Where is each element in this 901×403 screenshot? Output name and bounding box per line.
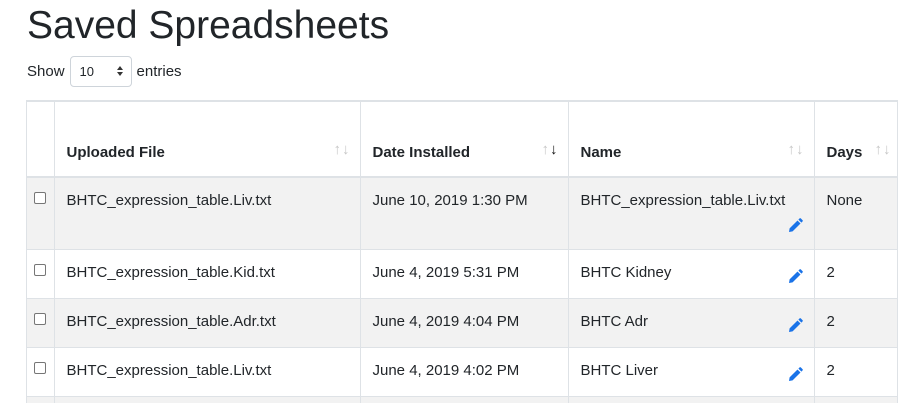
column-header-label: Days <box>826 144 863 161</box>
column-header-label: Uploaded File <box>66 144 165 161</box>
row-checkbox[interactable] <box>34 263 47 276</box>
date-installed-cell: June 4, 2019 5:31 PM <box>360 248 569 298</box>
name-cell: BHTC Kidney <box>568 248 815 298</box>
table-row[interactable]: BHTC_expression_table.Liv.txt June 4, 20… <box>27 346 898 396</box>
entries-per-page-select[interactable]: 10 <box>69 55 132 87</box>
sort-arrows-icon[interactable]: ↑ ↓ <box>334 142 350 157</box>
row-select-cell <box>27 248 55 298</box>
pencil-icon[interactable] <box>786 317 804 335</box>
select-caret-icon <box>116 65 123 77</box>
row-select-cell <box>27 297 55 347</box>
days-cell: 2 <box>814 346 898 396</box>
uploaded-file-cell: BHTC_expression_table.Kid.txt <box>54 248 361 298</box>
entries-length-control: Show 10 entries <box>27 55 182 87</box>
table-row-partial <box>27 395 898 403</box>
row-select-cell <box>27 176 55 249</box>
uploaded-file-cell: BHTC_expression_table.Adr.txt <box>54 297 361 347</box>
name-text: BHTC Liver <box>580 361 659 379</box>
name-text: BHTC Adr <box>580 312 649 330</box>
column-header-days[interactable]: Days ↑ ↓ <box>814 101 898 178</box>
pencil-icon[interactable] <box>786 366 804 384</box>
column-header-uploaded-file[interactable]: Uploaded File ↑ ↓ <box>54 101 361 178</box>
spreadsheets-table: Uploaded File ↑ ↓ Date Installed ↑ ↓ Name … <box>27 100 898 403</box>
spreadsheets-table-container: Uploaded File ↑ ↓ Date Installed ↑ ↓ Name … <box>26 100 901 403</box>
table-row[interactable]: BHTC_expression_table.Liv.txt June 10, 2… <box>27 176 898 249</box>
row-checkbox[interactable] <box>34 312 47 325</box>
row-select-cell <box>27 346 55 396</box>
table-header-row: Uploaded File ↑ ↓ Date Installed ↑ ↓ Name … <box>27 101 898 178</box>
uploaded-file-cell: BHTC_expression_table.Liv.txt <box>54 176 361 249</box>
sort-arrows-icon[interactable]: ↑ ↓ <box>788 142 804 157</box>
days-cell: None <box>814 176 898 249</box>
name-cell: BHTC Adr <box>568 297 815 347</box>
show-label: Show <box>27 62 65 80</box>
date-installed-cell: June 4, 2019 4:02 PM <box>360 346 569 396</box>
pencil-icon[interactable] <box>786 268 804 286</box>
sort-desc-icon[interactable]: ↑ ↓ <box>542 142 558 157</box>
date-installed-cell: June 10, 2019 1:30 PM <box>360 176 569 249</box>
date-installed-cell: June 4, 2019 4:04 PM <box>360 297 569 347</box>
uploaded-file-cell: BHTC_expression_table.Liv.txt <box>54 346 361 396</box>
page-title: Saved Spreadsheets <box>27 4 390 47</box>
entries-label: entries <box>136 62 182 80</box>
days-cell: 2 <box>814 248 898 298</box>
pencil-icon[interactable] <box>786 217 804 235</box>
row-checkbox[interactable] <box>34 192 47 204</box>
table-row[interactable]: BHTC_expression_table.Kid.txt June 4, 20… <box>27 248 898 298</box>
row-checkbox[interactable] <box>34 361 47 374</box>
column-header-name[interactable]: Name ↑ ↓ <box>568 101 815 178</box>
entries-per-page-value: 10 <box>79 63 94 79</box>
column-header-date-installed[interactable]: Date Installed ↑ ↓ <box>360 101 569 178</box>
column-header-label: Name <box>580 144 622 161</box>
select-column-header <box>27 101 55 178</box>
name-cell: BHTC Liver <box>568 346 815 396</box>
name-cell: BHTC_expression_table.Liv.txt <box>568 176 815 249</box>
sort-arrows-icon[interactable]: ↑ ↓ <box>875 142 891 157</box>
column-header-label: Date Installed <box>372 144 471 161</box>
table-row[interactable]: BHTC_expression_table.Adr.txt June 4, 20… <box>27 297 898 347</box>
name-text: BHTC Kidney <box>580 263 672 281</box>
name-text: BHTC_expression_table.Liv.txt <box>580 192 786 209</box>
days-cell: 2 <box>814 297 898 347</box>
